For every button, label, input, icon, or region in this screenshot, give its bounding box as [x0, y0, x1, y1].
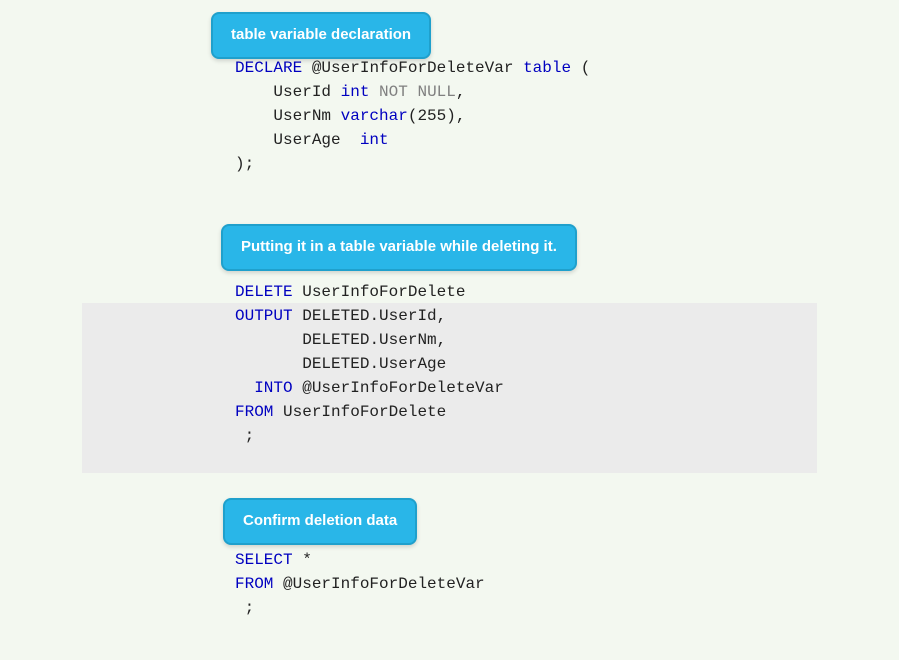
comma: , — [456, 83, 466, 101]
col-usernm: UserNm — [273, 107, 331, 125]
type-varchar: varchar — [341, 107, 408, 125]
col-userid: UserId — [273, 83, 331, 101]
paren-open: ( — [581, 59, 591, 77]
code-block-3-body: SELECT * FROM @UserInfoForDeleteVar ; — [0, 548, 899, 620]
callout-text: Confirm deletion data — [243, 512, 397, 529]
paren-open: ( — [408, 107, 418, 125]
callout-confirm-deletion-data: Confirm deletion data — [223, 498, 417, 545]
var-userinfofordeletevar: @UserInfoForDeleteVar — [283, 575, 485, 593]
close-paren-semi: ); — [235, 155, 254, 173]
comma: , — [437, 331, 447, 349]
kw-output: OUTPUT — [235, 307, 293, 325]
dot: . — [369, 355, 379, 373]
kw-declare: DECLARE — [235, 59, 302, 77]
comma: , — [456, 107, 466, 125]
kw-from: FROM — [235, 575, 273, 593]
kw-from: FROM — [235, 403, 273, 421]
num-255: 255 — [417, 107, 446, 125]
star: * — [302, 551, 312, 569]
var-userinfofordeletevar: @UserInfoForDeleteVar — [302, 379, 504, 397]
type-int: int — [360, 131, 389, 149]
dot: . — [369, 331, 379, 349]
kw-null: NULL — [417, 83, 455, 101]
callout-text: Putting it in a table variable while del… — [241, 238, 557, 255]
deleted: DELETED — [302, 355, 369, 373]
dot: . — [369, 307, 379, 325]
col-usernm: UserNm — [379, 331, 437, 349]
type-int: int — [341, 83, 370, 101]
semi: ; — [245, 427, 255, 445]
ident-var: @UserInfoForDeleteVar — [312, 59, 514, 77]
tbl-userinfofordelete: UserInfoForDelete — [283, 403, 446, 421]
deleted: DELETED — [302, 307, 369, 325]
semi: ; — [245, 599, 255, 617]
callout-table-variable-declaration: table variable declaration — [211, 12, 431, 59]
callout-text: table variable declaration — [231, 26, 411, 43]
kw-table: table — [523, 59, 571, 77]
code-block-2-body: DELETE UserInfoForDelete OUTPUT DELETED.… — [0, 280, 899, 448]
paren-close: ) — [446, 107, 456, 125]
col-userid: UserId — [379, 307, 437, 325]
tbl-userinfofordelete: UserInfoForDelete — [302, 283, 465, 301]
kw-select: SELECT — [235, 551, 293, 569]
code-block-1: -- 테이블 변수 선언 — [0, 32, 899, 56]
kw-not: NOT — [379, 83, 408, 101]
col-userage: UserAge — [273, 131, 340, 149]
deleted: DELETED — [302, 331, 369, 349]
callout-putting-table-variable: Putting it in a table variable while del… — [221, 224, 577, 271]
kw-into: INTO — [254, 379, 292, 397]
code-block-1-body: DECLARE @UserInfoForDeleteVar table ( Us… — [0, 56, 899, 176]
col-userage: UserAge — [379, 355, 446, 373]
code-block-3-comment: -- 삭제 데이터 확인 — [0, 518, 899, 542]
kw-delete: DELETE — [235, 283, 293, 301]
comma: , — [437, 307, 447, 325]
